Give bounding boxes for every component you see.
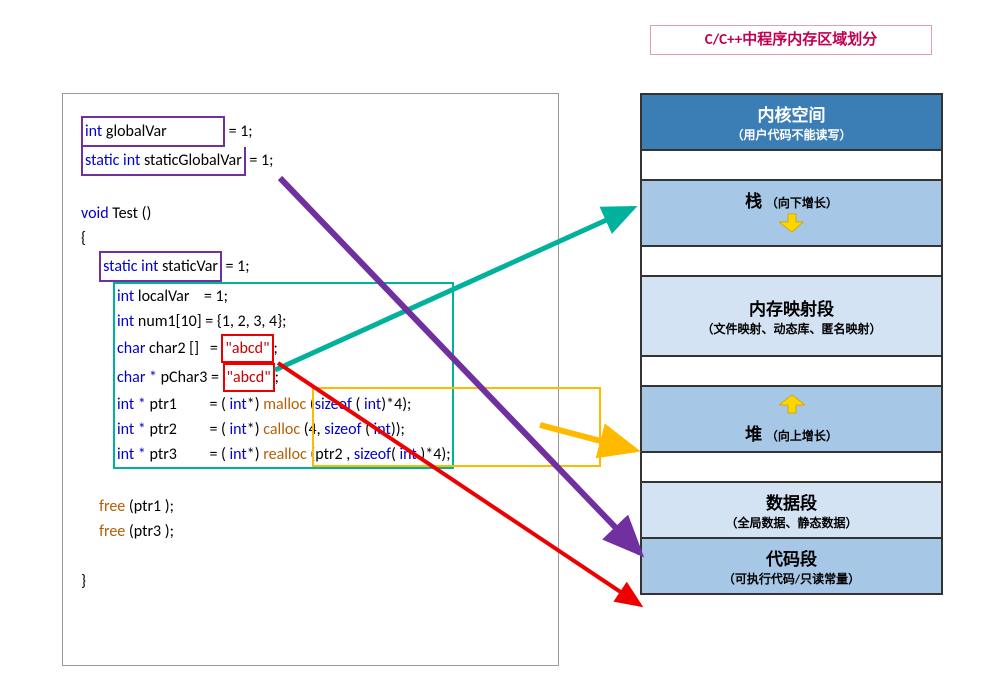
code-panel: int globalVar = 1; static int staticGlob… — [62, 93, 559, 666]
arrow-down-icon — [779, 212, 805, 234]
arrow-up-icon — [779, 393, 805, 415]
str2-box: "abcd" — [223, 363, 275, 392]
seg-stack: 栈 （向下增长） — [642, 181, 941, 247]
globals-box2: static int staticGlobalVar — [81, 147, 246, 176]
seg-code: 代码段（可执行代码/只读常量） — [642, 539, 941, 593]
str1-box: "abcd" — [221, 334, 273, 363]
memory-diagram: 内核空间（用户代码不能读写） 栈 （向下增长） 内存映射段（文件映射、动态库、匿… — [640, 93, 943, 595]
diagram-title: C/C++中程序内存区域划分 — [650, 25, 932, 55]
globals-box: int globalVar — [81, 116, 225, 147]
locals-box: int localVar = 1; int num1[10] = {1, 2, … — [113, 282, 454, 469]
seg-heap: 堆 （向上增长） — [642, 387, 941, 453]
seg-kernel: 内核空间（用户代码不能读写） — [642, 95, 941, 151]
seg-mmap: 内存映射段（文件映射、动态库、匿名映射） — [642, 277, 941, 357]
seg-data: 数据段（全局数据、静态数据） — [642, 483, 941, 539]
static-var-box: static int staticVar — [99, 251, 222, 282]
